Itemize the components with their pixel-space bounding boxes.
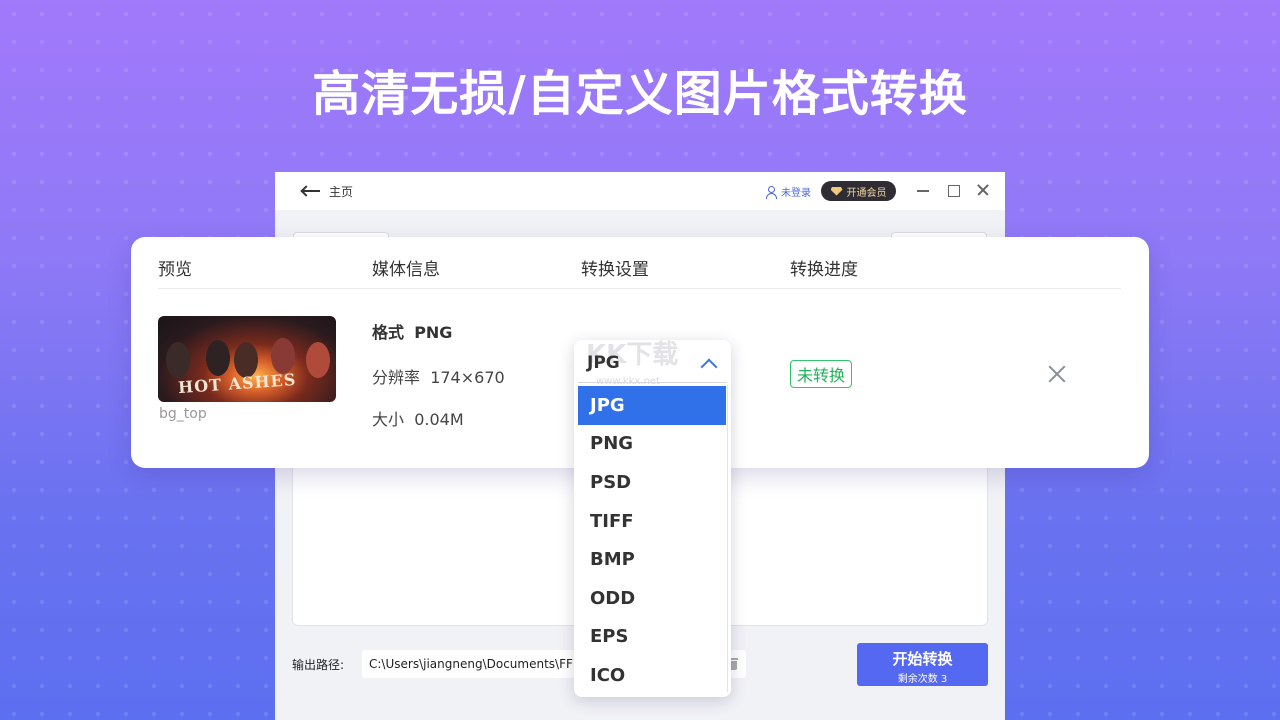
- header-divider: [158, 288, 1121, 289]
- resolution-value: 174×670: [430, 368, 505, 387]
- user-icon: [765, 185, 777, 199]
- status-badge: 未转换: [790, 360, 853, 388]
- maximize-icon[interactable]: [945, 182, 961, 198]
- close-window-icon[interactable]: [975, 182, 991, 198]
- start-convert-label: 开始转换: [892, 650, 953, 668]
- dropdown-scrollbar[interactable]: [727, 385, 728, 692]
- format-options-list: JPG PNG PSD TIFF BMP ODD EPS ICO: [578, 386, 726, 695]
- column-header-media-info: 媒体信息: [372, 260, 440, 280]
- start-convert-button[interactable]: 开始转换 剩余次数 3: [857, 643, 988, 686]
- dropdown-divider: [578, 382, 727, 383]
- remove-file-icon[interactable]: [1045, 362, 1069, 386]
- format-option-png[interactable]: PNG: [578, 425, 726, 464]
- diamond-icon: [830, 186, 843, 196]
- chevron-up-icon[interactable]: [701, 357, 715, 371]
- format-dropdown[interactable]: KK下载 www.kkx.net JPG JPG PNG PSD TIFF BM…: [574, 340, 731, 697]
- back-arrow-icon: [301, 185, 321, 197]
- title-bar: 主页 未登录 开通会员: [275, 172, 1005, 210]
- back-home-label: 主页: [329, 184, 354, 199]
- format-value: PNG: [414, 323, 453, 342]
- format-option-ico[interactable]: ICO: [578, 656, 726, 695]
- format-option-tiff[interactable]: TIFF: [578, 502, 726, 541]
- vip-button[interactable]: 开通会员: [821, 181, 896, 201]
- column-header-convert-settings: 转换设置: [581, 260, 649, 280]
- login-label: 未登录: [781, 188, 811, 199]
- login-link[interactable]: 未登录: [765, 184, 811, 199]
- format-option-odd[interactable]: ODD: [578, 579, 726, 618]
- column-header-preview: 预览: [158, 260, 192, 280]
- format-option-jpg[interactable]: JPG: [578, 386, 726, 425]
- size-row: 大小 0.04M: [372, 406, 464, 430]
- resolution-label: 分辨率: [372, 368, 421, 387]
- format-option-eps[interactable]: EPS: [578, 618, 726, 657]
- format-option-bmp[interactable]: BMP: [578, 540, 726, 579]
- column-header-progress: 转换进度: [790, 260, 858, 280]
- minimize-icon[interactable]: [915, 182, 931, 198]
- page-headline: 高清无损/自定义图片格式转换: [312, 66, 968, 122]
- file-name: bg_top: [159, 406, 207, 422]
- output-path-label: 输出路径:: [292, 658, 345, 672]
- format-select-value[interactable]: JPG: [587, 353, 620, 373]
- resolution-row: 分辨率 174×670: [372, 364, 505, 388]
- preview-thumbnail[interactable]: HOT ASHES: [158, 316, 336, 402]
- thumbnail-people: [158, 334, 336, 379]
- format-option-psd[interactable]: PSD: [578, 463, 726, 502]
- vip-label: 开通会员: [846, 187, 887, 199]
- format-label: 格式: [372, 323, 405, 342]
- remaining-count: 剩余次数 3: [897, 674, 948, 685]
- format-row: 格式 PNG: [372, 319, 452, 343]
- size-label: 大小: [372, 410, 405, 429]
- back-home-link[interactable]: 主页: [301, 182, 353, 200]
- size-value: 0.04M: [414, 410, 464, 429]
